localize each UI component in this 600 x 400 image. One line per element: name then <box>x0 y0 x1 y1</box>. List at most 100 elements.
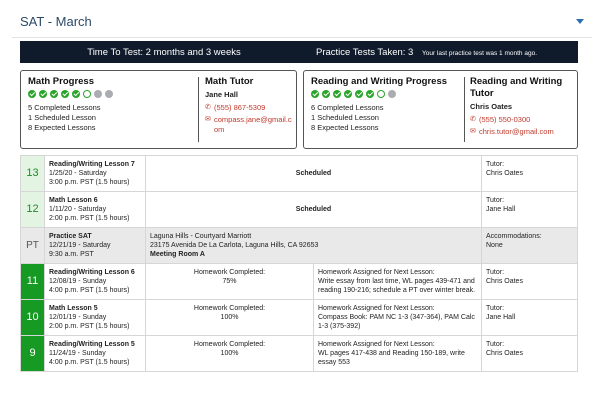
envelope-icon: ✉ <box>205 116 211 123</box>
homework-assigned-label: Homework Assigned for Next Lesson: <box>318 269 435 276</box>
lesson-number: PT <box>20 227 45 264</box>
tutor-name: Chris Oates <box>486 278 523 285</box>
lesson-number: 11 <box>20 263 45 300</box>
rw-tutor-name: Chris Oates <box>470 102 513 111</box>
math-expected-count: 8 Expected Lessons <box>28 123 96 132</box>
completed-check-icon <box>344 90 352 98</box>
lesson-name: Practice SAT <box>49 233 92 240</box>
table-row[interactable]: 11 Reading/Writing Lesson 6 12/08/19 - S… <box>20 263 578 300</box>
lesson-name: Math Lesson 5 <box>49 305 98 312</box>
lesson-status: Scheduled <box>145 191 482 228</box>
phone-icon: ✆ <box>470 116 476 123</box>
math-tutor-email-text[interactable]: compass.jane@gmail.com <box>214 115 295 135</box>
practice-tests-count: Practice Tests Taken: 3 <box>316 46 414 58</box>
math-tutor-phone-text[interactable]: (555) 867-5309 <box>214 103 265 113</box>
lesson-info: Math Lesson 5 12/01/19 - Sunday 2:00 p.m… <box>44 299 146 336</box>
math-tutor-email[interactable]: ✉ compass.jane@gmail.com <box>205 115 295 135</box>
tutor-label: Tutor: <box>486 305 505 312</box>
math-progress-card: Math Progress 5 Completed Lessons 1 Sche… <box>20 70 297 149</box>
completed-check-icon <box>72 90 80 98</box>
rw-progress-section: Reading and Writing Progress 6 Completed… <box>311 76 447 133</box>
test-status-bar: Time To Test: 2 months and 3 weeks Pract… <box>20 41 578 63</box>
location-room: Meeting Room A <box>150 251 205 258</box>
rw-progress-title: Reading and Writing Progress <box>311 76 448 87</box>
math-progress-title: Math Progress <box>28 76 94 87</box>
table-row[interactable]: 10 Math Lesson 5 12/01/19 - Sunday 2:00 … <box>20 299 578 336</box>
lesson-info: Reading/Writing Lesson 5 11/24/19 - Sund… <box>44 335 146 372</box>
table-row[interactable]: 12 Math Lesson 6 1/11/20 - Saturday 2:00… <box>20 191 578 228</box>
lesson-tutor: Tutor: Chris Oates <box>481 335 578 372</box>
rw-tutor-phone[interactable]: ✆ (555) 550-0300 <box>470 115 576 125</box>
card-divider <box>464 77 465 142</box>
completed-check-icon <box>50 90 58 98</box>
tutor-name: Jane Hall <box>486 206 516 213</box>
tutor-label: Tutor: <box>486 161 505 168</box>
test-header[interactable]: SAT - March <box>12 6 592 38</box>
lesson-date: 1/25/20 - Saturday <box>49 170 107 177</box>
test-title: SAT - March <box>20 14 92 29</box>
lesson-name: Reading/Writing Lesson 6 <box>49 269 135 276</box>
accommodations-label: Accommodations: <box>486 233 542 240</box>
lesson-date: 12/21/19 - Saturday <box>49 242 111 249</box>
expected-circle-icon <box>94 90 102 98</box>
expected-circle-icon <box>388 90 396 98</box>
homework-assigned: Homework Assigned for Next Lesson: Compa… <box>313 299 482 336</box>
completed-check-icon <box>333 90 341 98</box>
completed-check-icon <box>28 90 36 98</box>
lesson-tutor: Tutor: Jane Hall <box>481 299 578 336</box>
rw-expected-count: 8 Expected Lessons <box>311 123 379 132</box>
homework-completed-label: Homework Completed: <box>193 305 266 312</box>
math-tutor-phone[interactable]: ✆ (555) 867-5309 <box>205 103 295 113</box>
chevron-down-icon[interactable] <box>576 19 584 24</box>
accommodations: Accommodations: None <box>481 227 578 264</box>
scheduled-circle-icon <box>377 90 385 98</box>
lesson-name: Reading/Writing Lesson 5 <box>49 341 135 348</box>
homework-completed: Homework Completed: 100% <box>145 335 314 372</box>
lesson-tutor: Tutor: Jane Hall <box>481 191 578 228</box>
rw-tutor-email-text[interactable]: chris.tutor@gmail.com <box>479 127 554 137</box>
lesson-date: 1/11/20 - Saturday <box>49 206 107 213</box>
lesson-time: 4:00 p.m. PST (1.5 hours) <box>49 287 130 294</box>
lesson-number: 12 <box>20 191 45 228</box>
completed-check-icon <box>366 90 374 98</box>
time-to-test: Time To Test: 2 months and 3 weeks <box>87 46 241 58</box>
tutor-name: Chris Oates <box>486 170 523 177</box>
rw-completed-count: 6 Completed Lessons <box>311 103 384 112</box>
lesson-time: 9:30 a.m. PST <box>49 251 94 258</box>
math-progress-dots <box>28 90 113 99</box>
table-row[interactable]: 9 Reading/Writing Lesson 5 11/24/19 - Su… <box>20 335 578 372</box>
homework-completed-label: Homework Completed: <box>193 341 266 348</box>
completed-check-icon <box>355 90 363 98</box>
location-address: 23175 Avenida De La Carlota, Laguna Hill… <box>150 242 319 249</box>
completed-check-icon <box>311 90 319 98</box>
lesson-time: 4:00 p.m. PST (1.5 hours) <box>49 359 130 366</box>
rw-tutor-phone-text[interactable]: (555) 550-0300 <box>479 115 530 125</box>
lesson-number: 9 <box>20 335 45 372</box>
practice-location: Laguna Hills - Courtyard Marriott 23175 … <box>145 227 482 264</box>
homework-assigned-text: Compass Book: PAM NC 1-3 (347-364), PAM … <box>318 314 475 330</box>
math-scheduled-count: 1 Scheduled Lesson <box>28 113 96 122</box>
homework-assigned-label: Homework Assigned for Next Lesson: <box>318 305 435 312</box>
tutor-label: Tutor: <box>486 341 505 348</box>
homework-assigned-label: Homework Assigned for Next Lesson: <box>318 341 435 348</box>
homework-assigned-text: WL pages 417-438 and Reading 150-189, wr… <box>318 350 465 366</box>
scheduled-circle-icon <box>83 90 91 98</box>
practice-tests-taken: Practice Tests Taken: 3 Your last practi… <box>316 47 537 58</box>
completed-check-icon <box>61 90 69 98</box>
rw-tutor-email[interactable]: ✉ chris.tutor@gmail.com <box>470 127 576 137</box>
lesson-date: 12/08/19 - Sunday <box>49 278 107 285</box>
homework-completed: Homework Completed: 100% <box>145 299 314 336</box>
table-row[interactable]: PT Practice SAT 12/21/19 - Saturday 9:30… <box>20 227 578 264</box>
lesson-status: Scheduled <box>145 155 482 192</box>
envelope-icon: ✉ <box>470 128 476 135</box>
last-practice-note: Your last practice test was 1 month ago. <box>421 49 538 57</box>
lesson-tutor: Tutor: Chris Oates <box>481 155 578 192</box>
card-divider <box>198 77 199 142</box>
homework-completed-label: Homework Completed: <box>193 269 266 276</box>
homework-assigned: Homework Assigned for Next Lesson: WL pa… <box>313 335 482 372</box>
lesson-number: 10 <box>20 299 45 336</box>
phone-icon: ✆ <box>205 104 211 111</box>
math-progress-section: Math Progress 5 Completed Lessons 1 Sche… <box>28 76 113 133</box>
lesson-info: Reading/Writing Lesson 7 1/25/20 - Satur… <box>44 155 146 192</box>
table-row[interactable]: 13 Reading/Writing Lesson 7 1/25/20 - Sa… <box>20 155 578 192</box>
